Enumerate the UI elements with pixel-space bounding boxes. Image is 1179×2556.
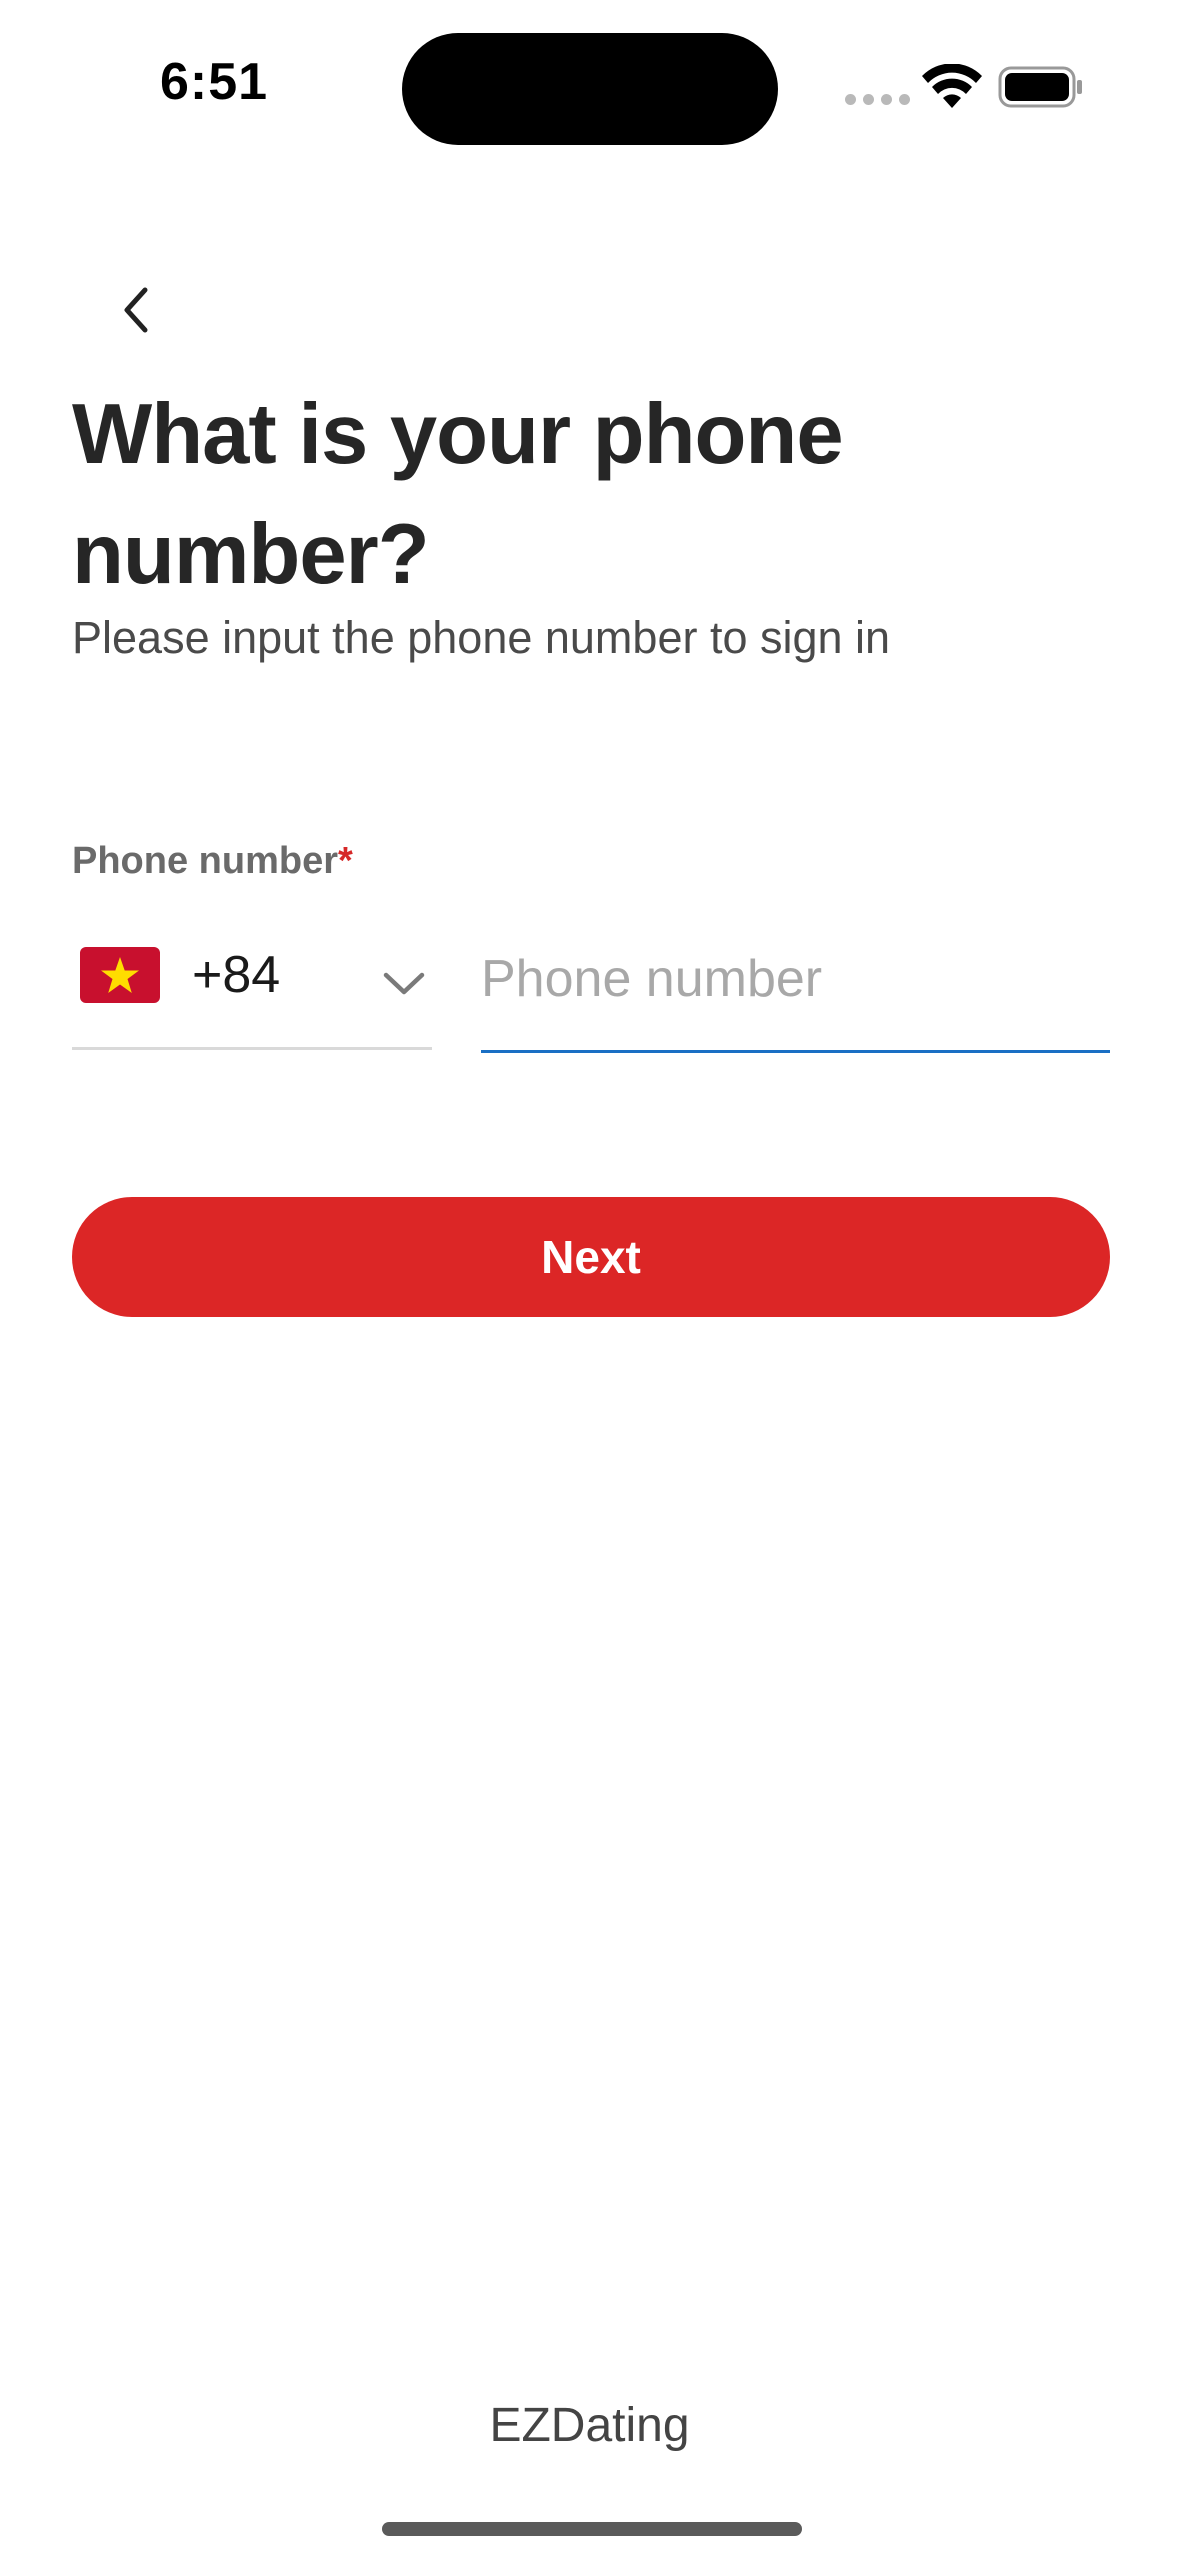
wifi-icon <box>922 64 982 108</box>
cellular-dots-icon <box>845 94 910 105</box>
back-button[interactable] <box>100 270 170 350</box>
phone-number-label-text: Phone number <box>72 840 339 882</box>
phone-sign-in-screen: 6:51 What is your phone number? Please i… <box>0 0 1179 2556</box>
page-title: What is your phone number? <box>72 387 844 602</box>
status-time: 6:51 <box>160 53 269 111</box>
home-indicator[interactable] <box>382 2522 802 2536</box>
next-button[interactable]: Next <box>72 1197 1110 1317</box>
phone-number-label: Phone number* <box>72 840 353 883</box>
page-subtitle: Please input the phone number to sign in <box>72 612 891 663</box>
dynamic-island <box>402 33 778 145</box>
chevron-left-icon <box>124 287 148 333</box>
app-name-footer: EZDating <box>489 2399 690 2452</box>
phone-number-input[interactable] <box>481 925 1110 1053</box>
country-code: +84 <box>192 946 281 1004</box>
vietnam-flag-icon <box>80 947 160 1003</box>
chevron-down-icon <box>383 972 425 995</box>
battery-icon <box>998 66 1082 108</box>
required-asterisk: * <box>338 840 353 882</box>
country-code-selector[interactable]: +84 <box>72 925 432 1050</box>
